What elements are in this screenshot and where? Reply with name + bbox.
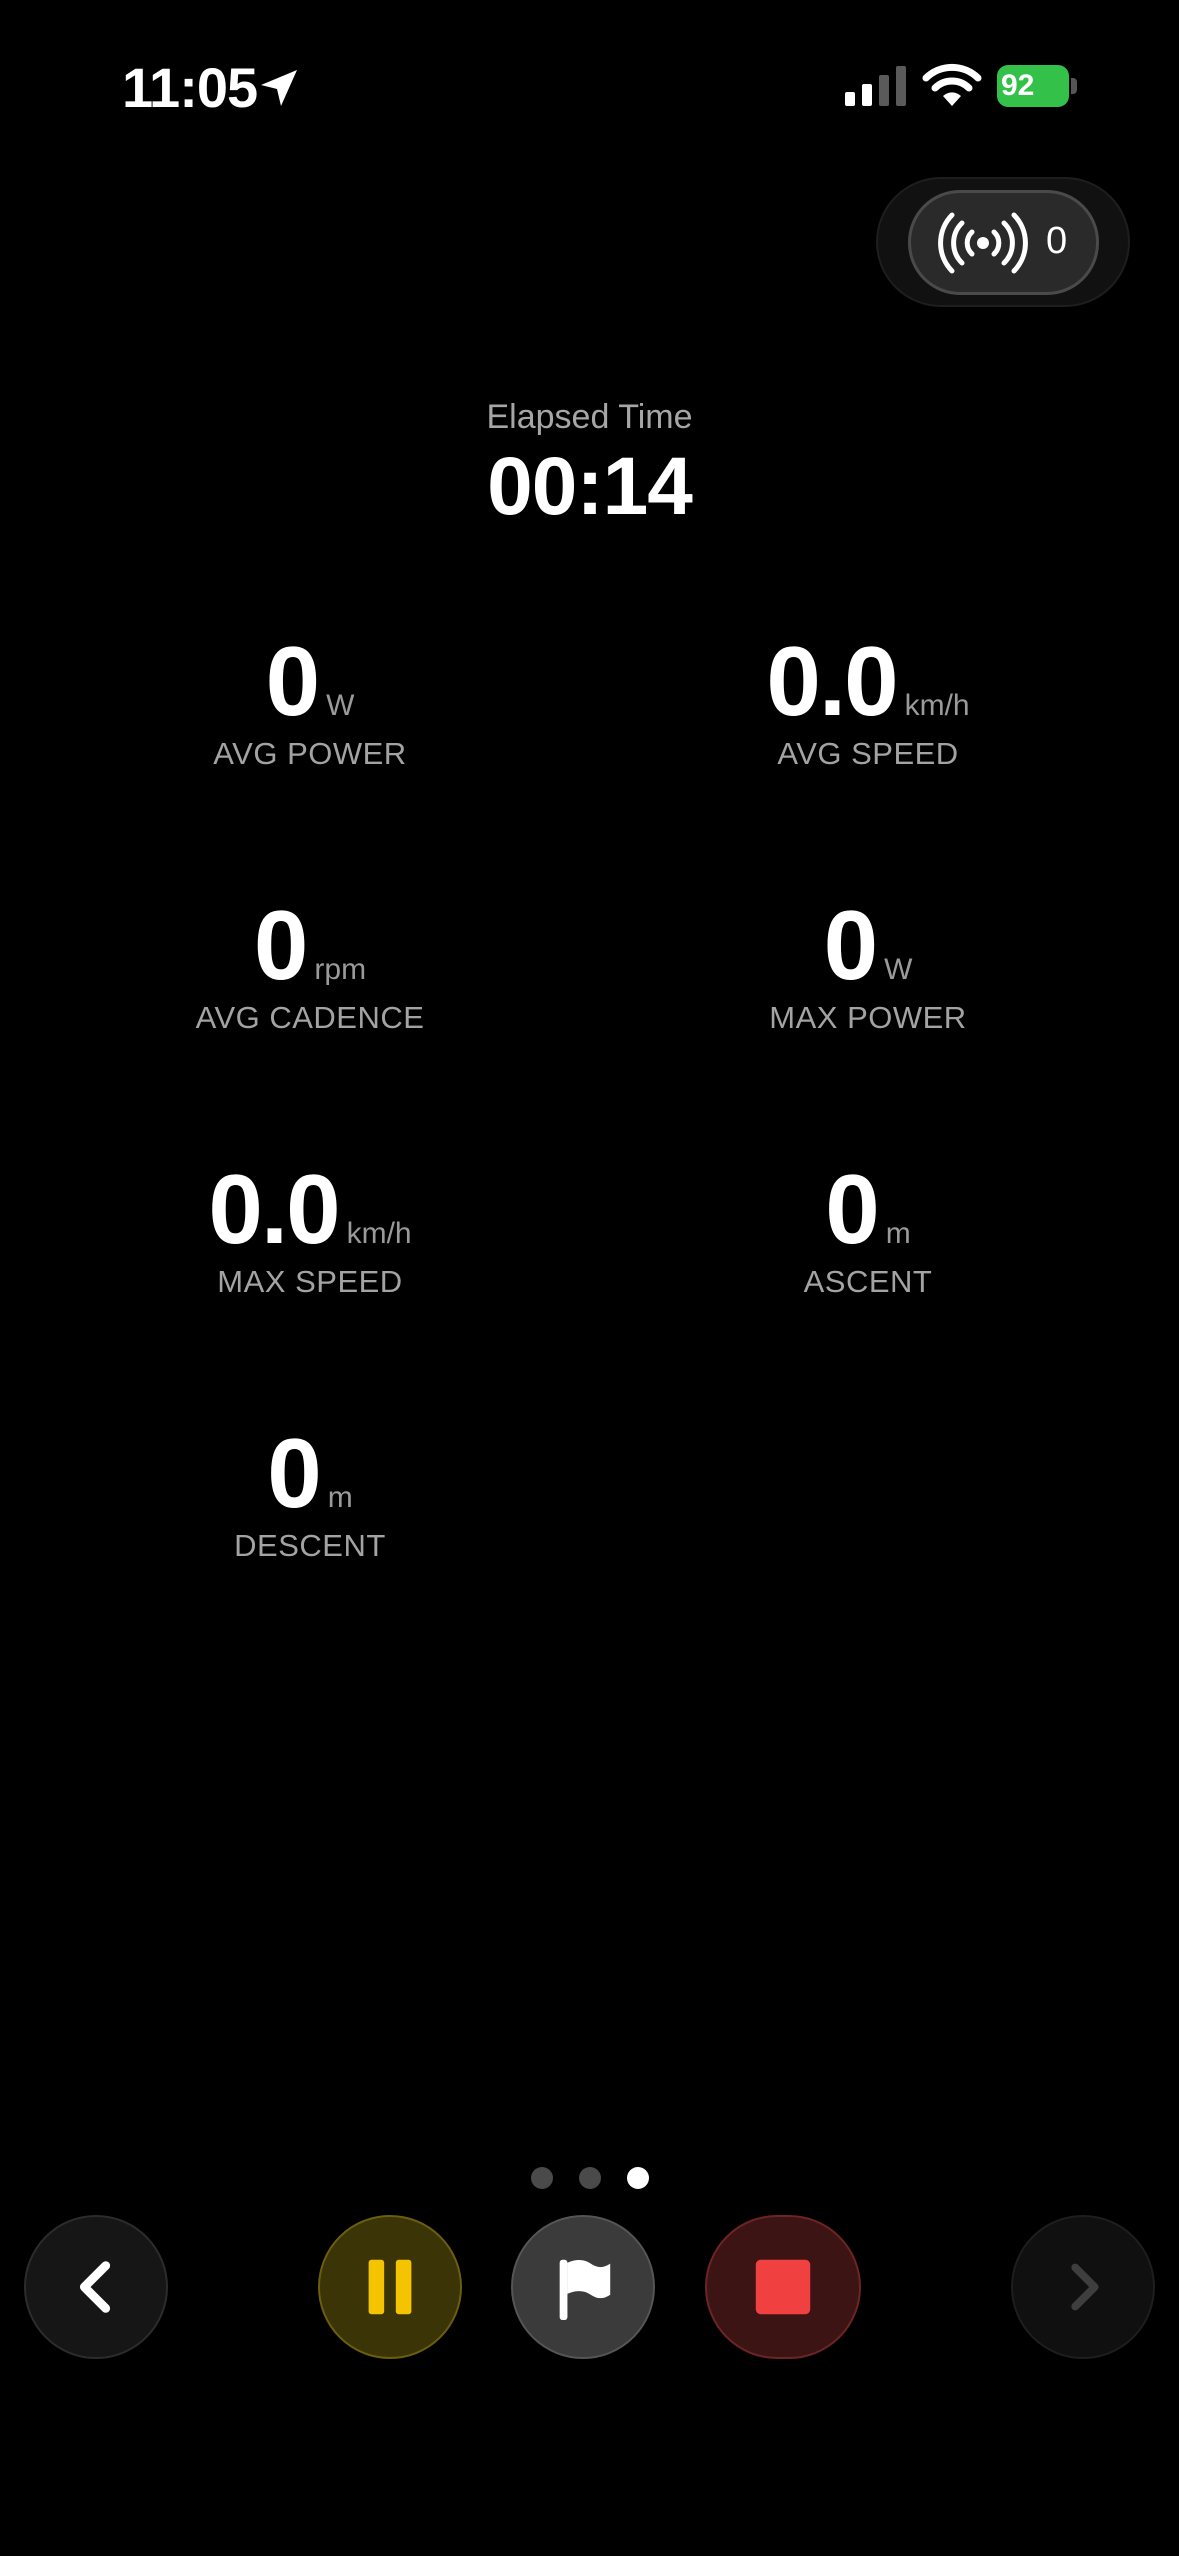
metric-max-speed: 0.0 km/h MAX SPEED [30, 1160, 590, 1300]
metric-unit: km/h [346, 1217, 412, 1250]
metric-label: AVG POWER [213, 736, 407, 771]
next-page-button[interactable] [1011, 2215, 1155, 2359]
battery-level: 92 [1001, 69, 1035, 102]
page-dot[interactable] [579, 2167, 601, 2189]
stop-icon [755, 2259, 811, 2315]
metric-avg-cadence: 0 rpm AVG CADENCE [30, 896, 590, 1036]
previous-page-button[interactable] [24, 2215, 168, 2359]
metric-label: ASCENT [803, 1264, 933, 1299]
metric-unit: rpm [314, 953, 367, 986]
battery-tip [1071, 78, 1077, 94]
page-dot[interactable] [531, 2167, 553, 2189]
broadcast-sensor-icon [938, 212, 1028, 274]
location-arrow-icon [261, 70, 297, 106]
metric-ascent: 0m ASCENT [588, 1160, 1148, 1300]
metric-unit: W [326, 689, 355, 722]
metric-label: AVG CADENCE [195, 1000, 425, 1035]
elapsed-time-value: 00:14 [487, 441, 693, 532]
metric-value: 0 [825, 1154, 879, 1264]
status-time: 11:05 [122, 56, 258, 119]
metric-value: 0.0 [766, 626, 898, 736]
metric-unit: km/h [904, 689, 970, 722]
metric-max-power: 0W MAX POWER [588, 896, 1148, 1036]
pause-button[interactable] [318, 2215, 462, 2359]
metric-unit: W [884, 953, 913, 986]
metric-label: MAX POWER [769, 1000, 967, 1035]
chevron-right-icon [1071, 2263, 1099, 2311]
stop-button[interactable] [705, 2215, 861, 2359]
metric-unit: m [885, 1217, 911, 1250]
metric-avg-speed: 0.0 km/h AVG SPEED [588, 632, 1148, 772]
wifi-icon [922, 63, 982, 106]
metric-label: AVG SPEED [777, 736, 959, 771]
metric-value: 0 [253, 890, 308, 1000]
sensor-count: 0 [1046, 220, 1068, 262]
metric-label: MAX SPEED [217, 1264, 403, 1299]
metric-avg-power: 0W AVG POWER [30, 632, 590, 772]
metric-value: 0.0 [208, 1154, 340, 1264]
chevron-left-icon [79, 2261, 111, 2313]
metric-unit: m [327, 1481, 353, 1514]
battery-indicator: 92 [997, 65, 1077, 107]
page-dot-active[interactable] [627, 2167, 649, 2189]
metric-descent: 0m DESCENT [30, 1424, 590, 1564]
pause-icon [368, 2259, 412, 2315]
cellular-signal-icon [845, 66, 906, 106]
elapsed-time-label: Elapsed Time [486, 398, 693, 436]
metric-value: 0 [823, 890, 878, 1000]
lap-flag-button[interactable] [511, 2215, 655, 2359]
flag-icon [559, 2259, 611, 2321]
metric-value: 0 [267, 1418, 321, 1528]
metric-label: DESCENT [234, 1528, 386, 1563]
metric-value: 0 [265, 626, 320, 736]
